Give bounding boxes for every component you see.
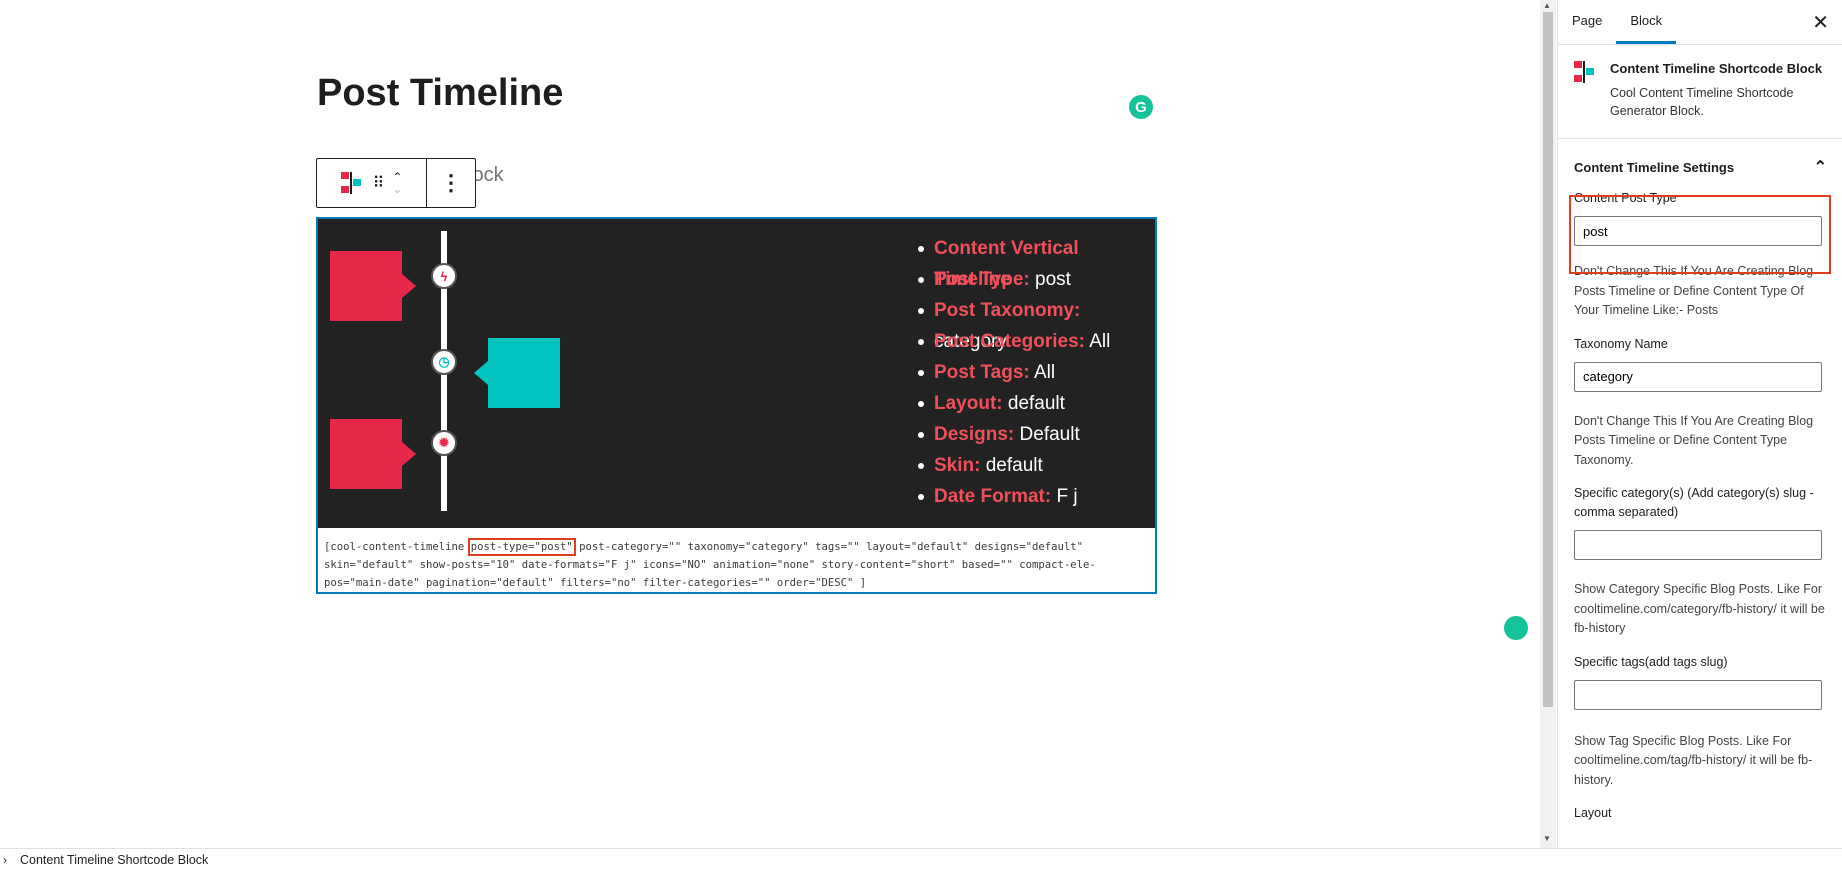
list-item: Designs: Default bbox=[918, 419, 1155, 450]
specific-categories-input[interactable] bbox=[1574, 530, 1822, 560]
editor-canvas: Post Timeline G lock ⠿ ⌃ ⌄ ⋮ ϟ ◷ ✹ Conte… bbox=[0, 0, 1540, 848]
close-icon[interactable]: ✕ bbox=[1812, 10, 1829, 35]
list-item: Skin: default bbox=[918, 450, 1155, 481]
timeline-box-arrow bbox=[474, 361, 488, 385]
chevron-right-icon: › bbox=[3, 853, 7, 867]
move-arrows: ⌃ ⌄ bbox=[392, 171, 402, 195]
list-item: Post Categories: All bbox=[918, 326, 1155, 357]
block-toolbar: ⠿ ⌃ ⌄ ⋮ bbox=[316, 158, 476, 208]
timeline-block-icon[interactable] bbox=[340, 172, 363, 194]
block-card: Content Timeline Shortcode Block Cool Co… bbox=[1558, 45, 1842, 139]
timeline-box-arrow bbox=[402, 274, 416, 298]
timeline-story-box bbox=[330, 251, 402, 321]
settings-panel-body: Content Post Type Don't Change This If Y… bbox=[1558, 189, 1842, 823]
content-post-type-highlight bbox=[1569, 195, 1831, 274]
shortcode-text[interactable]: [cool-content-timeline post-type="post" … bbox=[318, 528, 1155, 592]
bolt-icon: ϟ bbox=[431, 263, 457, 289]
settings-panel-toggle[interactable]: Content Timeline Settings ⌃ bbox=[1558, 139, 1842, 189]
timeline-box-arrow bbox=[402, 442, 416, 466]
timeline-settings-list: Content Vertical Timeline Post Type: pos… bbox=[914, 233, 1155, 512]
list-item: Post Type: post bbox=[918, 264, 1155, 295]
specific-tags-input[interactable] bbox=[1574, 679, 1822, 710]
specific-tags-label: Specific tags(add tags slug) bbox=[1574, 654, 1728, 669]
block-card-title: Content Timeline Shortcode Block bbox=[1610, 61, 1823, 76]
more-options-button[interactable]: ⋮ bbox=[427, 159, 475, 207]
toolbar-main-group: ⠿ ⌃ ⌄ bbox=[317, 159, 427, 207]
layout-label: Layout bbox=[1574, 806, 1612, 820]
grammarly-icon[interactable]: G bbox=[1129, 95, 1153, 119]
chevron-up-icon: ⌃ bbox=[1813, 159, 1827, 176]
scrollbar-thumb[interactable] bbox=[1543, 12, 1553, 707]
timeline-story-box bbox=[330, 419, 402, 489]
sidebar-tabs: Page Block ✕ bbox=[1558, 0, 1842, 45]
panel-title: Content Timeline Settings bbox=[1574, 159, 1735, 175]
timeline-story-box bbox=[488, 338, 560, 408]
timeline-block-icon bbox=[1574, 61, 1596, 83]
list-item: Date Format: F j bbox=[918, 481, 1155, 512]
gear-icon: ✹ bbox=[431, 430, 457, 456]
specific-tags-help: Show Tag Specific Blog Posts. Like For c… bbox=[1574, 733, 1813, 787]
list-item: Content Vertical Timeline bbox=[918, 233, 1155, 290]
timeline-preview-image: ϟ ◷ ✹ Content Vertical Timeline Post Typ… bbox=[318, 219, 1155, 528]
list-item: Layout: default bbox=[918, 388, 1155, 419]
scroll-down-icon[interactable]: ▼ bbox=[1543, 834, 1551, 843]
taxonomy-name-input[interactable] bbox=[1574, 361, 1822, 392]
clock-icon: ◷ bbox=[431, 349, 457, 375]
post-type-highlight: post-type="post" bbox=[467, 538, 576, 556]
drag-handle-icon[interactable]: ⠿ bbox=[373, 173, 385, 193]
block-breadcrumb-bar: › Content Timeline Shortcode Block bbox=[0, 848, 1842, 872]
grammarly-status-icon[interactable] bbox=[1504, 616, 1528, 640]
specific-categories-help: Show Category Specific Blog Posts. Like … bbox=[1574, 582, 1825, 635]
list-item: Post Tags: All bbox=[918, 357, 1155, 388]
specific-categories-label: Specific category(s) (Add category(s) sl… bbox=[1574, 486, 1814, 519]
breadcrumb[interactable]: Content Timeline Shortcode Block bbox=[20, 849, 208, 871]
tab-page[interactable]: Page bbox=[1558, 0, 1616, 44]
taxonomy-name-label: Taxonomy Name bbox=[1574, 336, 1668, 351]
block-card-description: Cool Content Timeline Shortcode Generato… bbox=[1610, 86, 1794, 118]
list-item: Post Taxonomy: category bbox=[918, 295, 1155, 352]
tab-block[interactable]: Block bbox=[1616, 0, 1677, 44]
taxonomy-name-help: Don't Change This If You Are Creating Bl… bbox=[1574, 413, 1814, 467]
scroll-up-icon[interactable]: ▲ bbox=[1543, 1, 1551, 10]
post-title[interactable]: Post Timeline bbox=[317, 72, 563, 115]
timeline-block-preview[interactable]: ϟ ◷ ✹ Content Vertical Timeline Post Typ… bbox=[316, 217, 1157, 594]
settings-sidebar: Page Block ✕ Content Timeline Shortcode … bbox=[1557, 0, 1842, 848]
move-down-icon[interactable]: ⌄ bbox=[392, 183, 402, 195]
